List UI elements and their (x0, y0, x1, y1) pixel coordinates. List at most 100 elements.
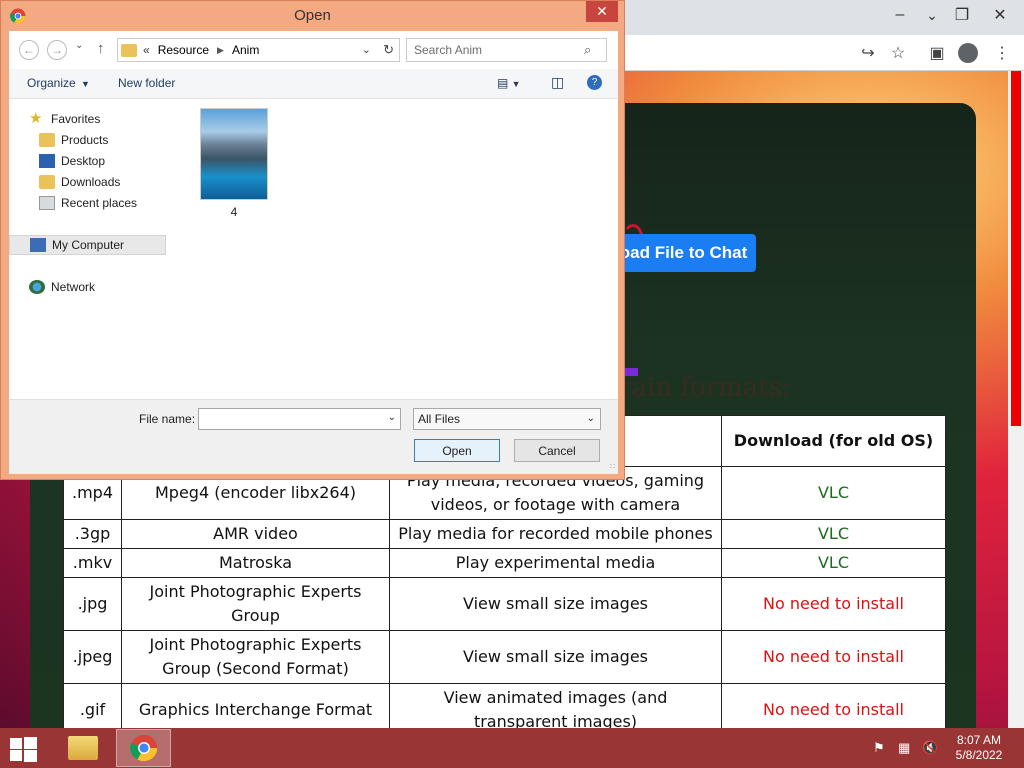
file-name-field-label: File name: (139, 412, 196, 426)
action-center-flag-icon[interactable]: ⚑ (873, 740, 891, 756)
cell-format-name: Matroska (121, 548, 390, 578)
search-icon[interactable]: ⌕ (584, 42, 591, 58)
breadcrumb-segment[interactable]: Resource (158, 43, 209, 57)
network-status-icon[interactable]: ▦ (898, 740, 916, 756)
file-list: 4 (171, 99, 618, 399)
chevron-down-icon[interactable]: ⌄ (916, 0, 948, 30)
nav-recent-label: Recent places (61, 196, 138, 210)
nav-favorites[interactable]: ★ Favorites (29, 109, 100, 129)
cell-format-name: Joint Photographic Experts Group (121, 577, 390, 631)
address-dropdown-icon[interactable]: ⌄ (362, 43, 371, 56)
cell-usage: Play experimental media (389, 548, 722, 578)
chevron-down-icon: ▼ (81, 79, 90, 89)
cell-download: VLC (721, 548, 946, 578)
nav-downloads[interactable]: Downloads (39, 172, 120, 192)
file-type-select[interactable]: All Files ⌄ (413, 408, 601, 430)
table-row: .jpg Joint Photographic Experts Group View… (63, 577, 946, 631)
organize-menu[interactable]: Organize ▼ (27, 76, 90, 90)
breadcrumb-separator-icon: ▶ (217, 44, 224, 55)
table-row: .3gp AMR video Play media for recorded mob… (63, 519, 946, 549)
cell-extension: .mkv (63, 548, 122, 578)
cell-extension: .jpeg (63, 630, 122, 684)
forward-arrow-icon[interactable]: → (47, 40, 67, 60)
clock-date: 5/8/2022 (955, 748, 1003, 762)
cancel-button[interactable]: Cancel (514, 439, 600, 462)
open-button[interactable]: Open (414, 439, 500, 462)
nav-network-label: Network (51, 280, 96, 294)
folder-icon (39, 133, 55, 147)
preview-pane-icon[interactable]: ◫ (551, 74, 564, 91)
refresh-icon[interactable]: ↻ (383, 42, 394, 58)
side-panel-icon[interactable]: ▣ (925, 41, 949, 65)
nav-desktop[interactable]: Desktop (39, 151, 105, 171)
system-clock[interactable]: 8:07 AM 5/8/2022 (952, 733, 1006, 763)
nav-recent-places[interactable]: Recent places (39, 193, 137, 213)
image-thumbnail[interactable] (200, 108, 268, 200)
cell-usage: View animated images (and transparent im… (389, 683, 722, 728)
share-icon[interactable]: ↪ (856, 41, 880, 65)
table-row: .gif Graphics Interchange Format View anim… (63, 683, 946, 728)
cell-extension: .3gp (63, 519, 122, 549)
dialog-close-button[interactable]: ✕ (586, 1, 618, 22)
nav-products[interactable]: Products (39, 130, 108, 150)
view-options-icon[interactable]: ▤ ▼ (497, 76, 521, 90)
cell-usage: View small size images (389, 630, 722, 684)
table-row: .jpeg Joint Photographic Experts Group (S… (63, 630, 946, 684)
new-folder-button[interactable]: New folder (118, 76, 175, 90)
navigation-bar: ← → ⌄ ↑ « Resource ▶ Anim ⌄ ↻ Search Ani… (9, 31, 618, 69)
breadcrumb-segment[interactable]: Anim (232, 43, 259, 57)
cell-usage: View small size images (389, 577, 722, 631)
command-bar: Organize ▼ New folder ▤ ▼ ◫ ? (9, 69, 618, 99)
menu-kebab-icon[interactable]: ⋮ (990, 41, 1014, 65)
restore-button[interactable]: ❐ (946, 0, 978, 30)
computer-icon (30, 238, 46, 252)
volume-muted-icon[interactable]: 🔇 (922, 740, 940, 756)
downloads-folder-icon (39, 175, 55, 189)
chevron-down-icon: ⌄ (586, 413, 595, 424)
formats-heading: rain formats: (619, 373, 791, 403)
cell-usage: Play media for recorded mobile phones (389, 519, 722, 549)
star-icon: ★ (29, 110, 43, 127)
chevron-down-icon[interactable]: ⌄ (388, 412, 396, 423)
folder-icon (121, 43, 137, 57)
dialog-title: Open (294, 7, 331, 24)
page-scrollbar[interactable] (1008, 71, 1024, 728)
file-type-value: All Files (418, 412, 461, 426)
profile-avatar-icon[interactable] (956, 41, 980, 65)
upload-file-button[interactable]: oad File to Chat (611, 234, 756, 272)
dialog-footer: File name: ⌄ All Files ⌄ Open Cancel ∷ (9, 399, 618, 474)
cell-extension: .jpg (63, 577, 122, 631)
cell-format-name: Graphics Interchange Format (121, 683, 390, 728)
bookmark-star-icon[interactable]: ☆ (886, 41, 910, 65)
nav-my-computer[interactable]: My Computer (9, 235, 166, 255)
header-download: Download (for old OS) (721, 415, 946, 467)
help-icon[interactable]: ? (587, 74, 602, 90)
minimize-button[interactable]: – (884, 0, 916, 30)
chrome-taskbar-icon[interactable] (116, 729, 171, 767)
cell-format-name: AMR video (121, 519, 390, 549)
organize-label: Organize (27, 76, 76, 90)
up-arrow-icon[interactable]: ↑ (97, 40, 105, 57)
cell-download: VLC (721, 466, 946, 520)
nav-network[interactable]: Network (29, 277, 95, 297)
taskbar: ⚑ ▦ 🔇 8:07 AM 5/8/2022 (0, 728, 1024, 768)
network-icon (29, 280, 45, 294)
file-explorer-taskbar-icon[interactable] (55, 729, 110, 767)
search-input[interactable]: Search Anim (406, 38, 607, 62)
window-close-button[interactable]: ✕ (984, 0, 1016, 30)
file-name-input[interactable]: ⌄ (198, 408, 401, 430)
nav-computer-label: My Computer (52, 238, 125, 252)
open-file-dialog: Open ✕ ← → ⌄ ↑ « Resource ▶ Anim ⌄ ↻ Sea… (0, 0, 625, 480)
resize-grip-icon[interactable]: ∷ (610, 462, 615, 471)
cell-download: VLC (721, 519, 946, 549)
dialog-titlebar[interactable]: Open ✕ (1, 1, 624, 31)
scrollbar-thumb[interactable] (1011, 71, 1021, 426)
nav-downloads-label: Downloads (61, 175, 121, 189)
nav-favorites-label: Favorites (51, 112, 101, 126)
recent-locations-chevron-icon[interactable]: ⌄ (75, 40, 83, 51)
start-button[interactable] (8, 736, 38, 762)
navigation-pane: ★ Favorites Products Desktop Downloads R… (9, 99, 167, 399)
desktop-icon (39, 154, 55, 168)
address-bar[interactable]: « Resource ▶ Anim ⌄ ↻ (117, 38, 400, 62)
back-arrow-icon[interactable]: ← (19, 40, 39, 60)
